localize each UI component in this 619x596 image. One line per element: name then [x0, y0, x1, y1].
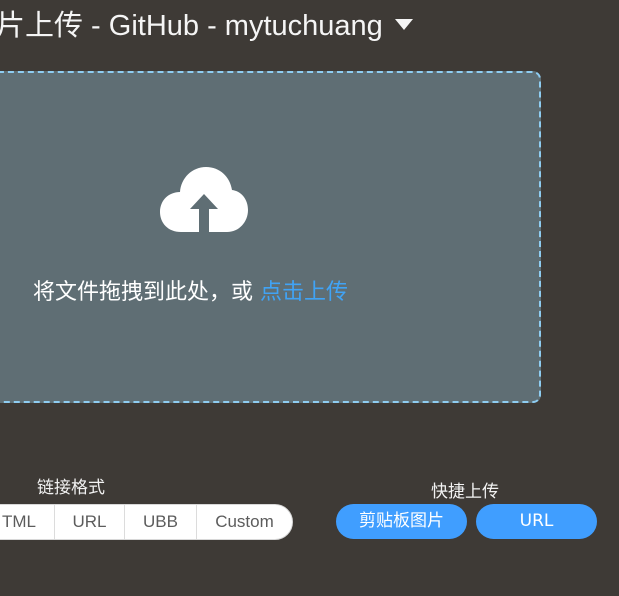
url-upload-button[interactable]: URL: [476, 504, 597, 539]
picture-upload-page: 片上传 - GitHub - mytuchuang 将文件拖拽到此处，或 点击上…: [0, 0, 619, 596]
quick-upload-label: 快捷上传: [431, 482, 499, 502]
format-option-ubb[interactable]: UBB: [125, 505, 197, 539]
page-title-dropdown[interactable]: 片上传 - GitHub - mytuchuang: [0, 2, 413, 44]
upload-dropzone[interactable]: [0, 71, 541, 403]
clipboard-upload-button[interactable]: 剪贴板图片: [336, 504, 467, 539]
format-option-html[interactable]: TML: [0, 505, 55, 539]
link-format-label: 链接格式: [37, 478, 105, 498]
click-upload-link[interactable]: 点击上传: [260, 280, 348, 305]
page-title: 片上传 - GitHub - mytuchuang: [0, 10, 383, 42]
caret-down-icon[interactable]: [394, 18, 413, 30]
cloud-upload-icon: [160, 167, 248, 232]
format-option-custom[interactable]: Custom: [197, 505, 292, 539]
format-option-url[interactable]: URL: [55, 505, 125, 539]
dropzone-hint: 将文件拖拽到此处，或 点击上传: [33, 274, 348, 306]
dropzone-hint-text: 将文件拖拽到此处，或: [33, 280, 260, 305]
link-format-selector: TML URL UBB Custom: [0, 504, 293, 540]
